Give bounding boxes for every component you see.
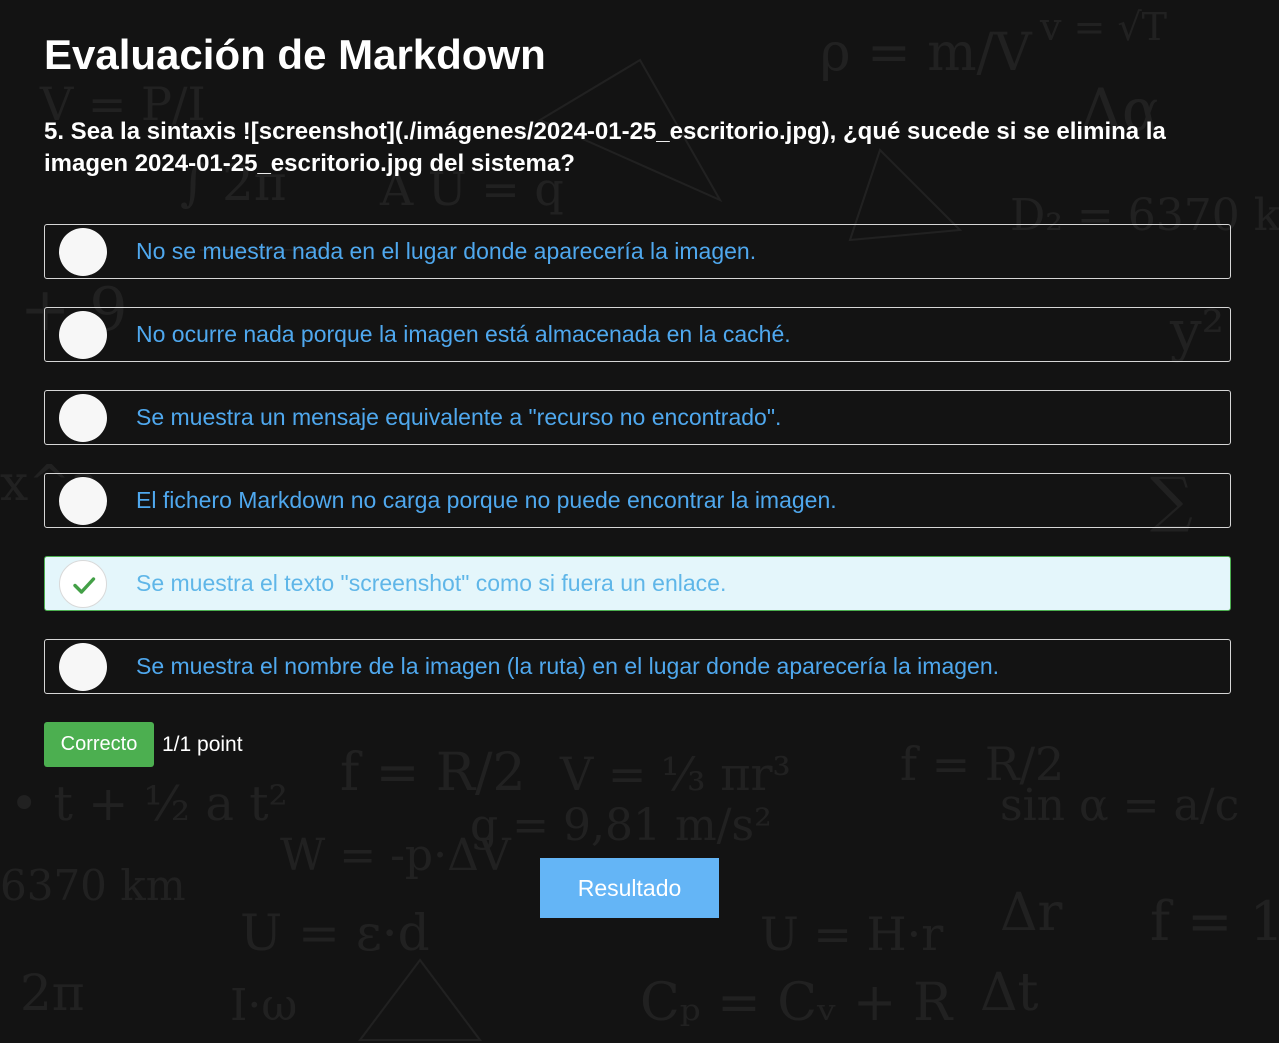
radio-button[interactable] (59, 477, 107, 525)
option-4[interactable]: El fichero Markdown no carga porque no p… (44, 473, 1231, 528)
status-badge: Correcto (44, 722, 154, 767)
svg-text:• t + ½ a t²: • t + ½ a t² (10, 776, 288, 832)
option-6[interactable]: Se muestra el nombre de la imagen (la ru… (44, 639, 1231, 694)
svg-text:sin α = a/c: sin α = a/c (1000, 780, 1239, 831)
option-label: Se muestra un mensaje equivalente a "rec… (136, 404, 782, 430)
svg-text:f = 1/T: f = 1/T (1150, 890, 1279, 953)
radio-button[interactable] (59, 311, 107, 359)
svg-text:V = ⅓ πr³: V = ⅓ πr³ (559, 747, 791, 801)
svg-text:6370 km: 6370 km (0, 861, 186, 910)
svg-text:g = 9,81 m/s²: g = 9,81 m/s² (470, 800, 772, 851)
radio-button[interactable] (59, 643, 107, 691)
svg-text:W = -p·ΔV: W = -p·ΔV (280, 830, 512, 881)
svg-text:Δt: Δt (980, 963, 1039, 1023)
radio-button[interactable] (59, 394, 107, 442)
option-5-correct[interactable]: Se muestra el texto "screenshot" como si… (44, 556, 1231, 611)
svg-text:f = R/2: f = R/2 (340, 743, 526, 803)
option-label: El fichero Markdown no carga porque no p… (136, 487, 837, 513)
svg-text:Δr: Δr (1000, 883, 1063, 943)
svg-text:Cₚ = Cᵥ + R: Cₚ = Cᵥ + R (640, 973, 954, 1033)
svg-text:U = H·r: U = H·r (760, 907, 943, 961)
quiz-title: Evaluación de Markdown (44, 31, 546, 78)
check-icon (73, 577, 96, 594)
question-text: 5. Sea la sintaxis ![screenshot](./imáge… (44, 118, 1166, 177)
option-3[interactable]: Se muestra un mensaje equivalente a "rec… (44, 390, 1231, 445)
svg-text:ρ = m/V: ρ = m/V (820, 23, 1033, 83)
option-2[interactable]: No ocurre nada porque la imagen está alm… (44, 307, 1231, 362)
option-label: No ocurre nada porque la imagen está alm… (136, 321, 791, 347)
option-1[interactable]: No se muestra nada en el lugar donde apa… (44, 224, 1231, 279)
radio-button[interactable] (59, 228, 107, 276)
svg-text:I·ω: I·ω (230, 980, 297, 1031)
svg-text:2π: 2π (20, 964, 85, 1022)
result-button[interactable]: Resultado (540, 858, 719, 918)
option-label: Se muestra el nombre de la imagen (la ru… (136, 653, 999, 679)
svg-text:v = √T: v = √T (1039, 5, 1167, 49)
option-label: No se muestra nada en el lugar donde apa… (136, 238, 757, 264)
score-text: 1/1 point (162, 733, 243, 756)
svg-text:U = ε·d: U = ε·d (240, 904, 430, 962)
radio-button-selected[interactable] (59, 560, 107, 608)
option-label: Se muestra el texto "screenshot" como si… (136, 570, 727, 596)
svg-text:f = R/2: f = R/2 (900, 737, 1064, 791)
